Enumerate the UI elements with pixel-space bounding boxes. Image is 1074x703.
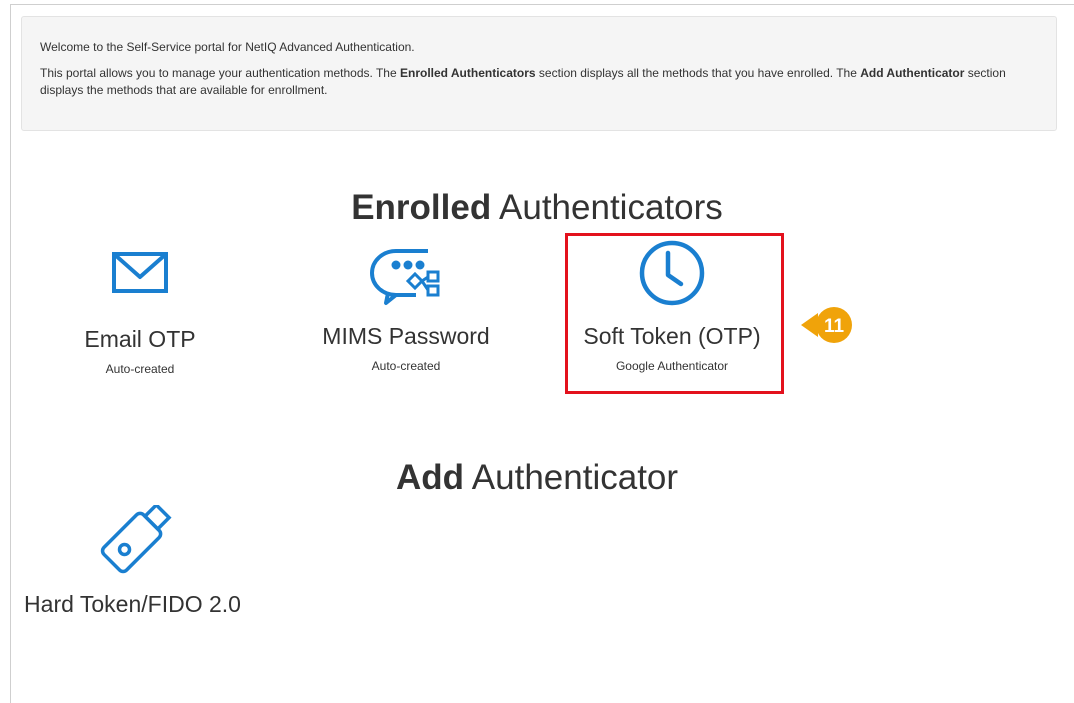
hard-token-tile[interactable]: Hard Token/FIDO 2.0 [20, 505, 245, 618]
email-otp-status: Auto-created [105, 362, 175, 376]
hard-token-label: Hard Token/FIDO 2.0 [24, 591, 241, 617]
envelope-icon [112, 252, 168, 293]
email-otp-tile[interactable]: Email OTP Auto-created [50, 247, 230, 376]
step-callout-badge: 11 [801, 307, 852, 343]
add-authenticator-title: Add Authenticator [395, 458, 679, 497]
enrolled-authenticators-title: Enrolled Authenticators [351, 188, 723, 227]
mims-password-tile[interactable]: MIMS Password Auto-created [316, 237, 496, 373]
mims-password-status: Auto-created [371, 359, 441, 373]
welcome-text: Welcome to the Self-Service portal for N… [40, 40, 415, 54]
step-callout-number: 11 [824, 316, 845, 337]
welcome-panel: Welcome to the Self-Service portal for N… [21, 16, 1057, 131]
portal-description: This portal allows you to manage your au… [40, 66, 1006, 97]
mims-password-label: MIMS Password [322, 323, 490, 349]
usb-token-icon [100, 505, 172, 574]
email-otp-label: Email OTP [84, 326, 196, 352]
highlight-box [565, 233, 784, 394]
password-chat-icon [370, 249, 440, 305]
